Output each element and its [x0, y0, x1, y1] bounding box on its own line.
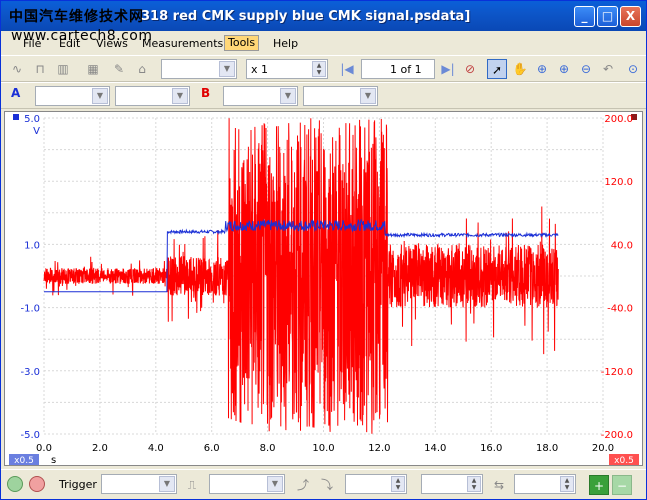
channel-a-label: A — [11, 86, 21, 100]
chevron-down-icon: ▼ — [159, 476, 175, 492]
watermark-url: www.cartech8.com — [11, 28, 153, 44]
zoom-fit-icon[interactable]: ⊙ — [623, 59, 643, 79]
compass-icon[interactable]: ⊘ — [460, 59, 480, 79]
right-tick-label: -40.0 — [607, 304, 633, 315]
right-tick-label: -200.0 — [601, 430, 633, 441]
x-axis-unit: s — [51, 455, 56, 465]
x-tick-label: 18.0 — [536, 443, 558, 454]
channel-b-coupling-select[interactable]: ▼ — [303, 86, 378, 106]
remove-icon[interactable]: − — [612, 475, 632, 495]
stop-icon[interactable] — [29, 476, 45, 492]
left-tick-label: 5.0 — [24, 114, 40, 125]
watermark-chinese: 中国汽车维修技术网 — [9, 9, 144, 25]
right-tick-label: 120.0 — [604, 177, 633, 188]
pointer-tool-icon[interactable]: ➚ — [487, 59, 507, 79]
zoom-area-icon[interactable]: ⊕ — [532, 59, 552, 79]
left-zoom-badge-text: x0.5 — [14, 456, 34, 465]
menu-tools[interactable]: Tools — [224, 35, 260, 51]
window-title: 318 red CMK supply blue CMK signal.psdat… — [141, 9, 471, 24]
channel-b-trace — [43, 118, 559, 434]
zoom-spinbox[interactable]: x 1 ▲ ▼ — [246, 59, 328, 79]
chevron-down-icon: ▼ — [219, 61, 235, 77]
hand-tool-icon[interactable]: ✋ — [510, 59, 530, 79]
probe-icon[interactable]: ✎ — [109, 59, 129, 79]
x-tick-label: 6.0 — [204, 443, 220, 454]
trigger-mode-select[interactable]: ▼ — [101, 474, 177, 494]
left-axis-unit: V — [33, 126, 40, 137]
menu-measurements[interactable]: Measurements — [142, 37, 223, 50]
right-tick-label: 40.0 — [611, 240, 633, 251]
spinner-icon[interactable]: ▲ ▼ — [391, 476, 405, 492]
page-field[interactable]: 1 of 1 — [361, 59, 435, 79]
main-toolbar: ∿ ⊓ ▥ ▦ ✎ ⌂ ▼ x 1 ▲ ▼ |◀ 1 of 1 ▶| ⊘ ➚ ✋ … — [1, 55, 646, 82]
chevron-down-icon: ▼ — [280, 88, 296, 104]
title-bar: 中国汽车维修技术网 318 red CMK supply blue CMK si… — [1, 1, 646, 31]
undo-zoom-icon[interactable]: ↶ — [598, 59, 618, 79]
spinner-icon[interactable]: ▲ ▼ — [467, 476, 481, 492]
right-tick-label: -120.0 — [601, 367, 633, 378]
chevron-down-icon: ▼ — [267, 476, 283, 492]
chevron-down-icon: ▼ — [172, 88, 188, 104]
start-icon[interactable] — [7, 476, 23, 492]
channel-toolbar: A ▼ ▼ B ▼ ▼ — [1, 82, 646, 109]
x-tick-label: 20.0 — [592, 443, 614, 454]
spectrum-icon[interactable]: ▥ — [53, 59, 73, 79]
right-tick-label: 200.0 — [604, 114, 633, 125]
status-bar: Trigger ▼ ⎍ ▼ ⤴ ⤵ ▲ ▼ ▲ ▼ ⇆ ▲ ▼ + − — [1, 469, 646, 499]
spinner-icon[interactable]: ▲ ▼ — [312, 61, 326, 77]
last-page-icon[interactable]: ▶| — [438, 59, 458, 79]
trigger-label: Trigger — [59, 478, 97, 491]
falling-edge-icon[interactable]: ⤵ — [317, 475, 337, 495]
scope-chart: 5.0 1.0 -1.0 -3.0 -5.0 V 200.0 120.0 40.0 -40.0 -1… — [9, 96, 639, 466]
left-tick-label: -5.0 — [20, 430, 40, 441]
menu-help[interactable]: Help — [273, 37, 298, 50]
app-window: 中国汽车维修技术网 318 red CMK supply blue CMK si… — [0, 0, 647, 500]
channel-b-range-select[interactable]: ▼ — [223, 86, 298, 106]
x-tick-label: 4.0 — [148, 443, 164, 454]
persistence-icon[interactable]: ▦ — [83, 59, 103, 79]
channel-a-coupling-select[interactable]: ▼ — [115, 86, 190, 106]
maximize-button[interactable]: □ — [597, 6, 618, 27]
rising-edge-icon[interactable]: ⤴ — [293, 475, 313, 495]
right-zoom-badge-text: x0.5 — [614, 456, 634, 465]
trigger-source-select[interactable]: ▼ — [209, 474, 285, 494]
left-tick-label: -1.0 — [20, 304, 40, 315]
channel-a-marker — [13, 114, 19, 120]
x-tick-label: 16.0 — [480, 443, 502, 454]
zoom-out-icon[interactable]: ⊖ — [576, 59, 596, 79]
spinner-icon[interactable]: ▲ ▼ — [560, 476, 574, 492]
chevron-down-icon: ▼ — [92, 88, 108, 104]
x-tick-label: 0.0 — [36, 443, 52, 454]
x-tick-label: 14.0 — [424, 443, 446, 454]
add-icon[interactable]: + — [589, 475, 609, 495]
x-tick-label: 8.0 — [260, 443, 276, 454]
trigger-level-field[interactable]: ▲ ▼ — [345, 474, 407, 494]
left-tick-label: -3.0 — [20, 367, 40, 378]
x-tick-label: 12.0 — [368, 443, 390, 454]
pulse-icon[interactable]: ⊓ — [30, 59, 50, 79]
zoom-in-icon[interactable]: ⊕ — [554, 59, 574, 79]
waveform-icon[interactable]: ∿ — [7, 59, 27, 79]
home-icon[interactable]: ⌂ — [132, 59, 152, 79]
view-select[interactable]: ▼ — [161, 59, 237, 79]
trigger-delay-icon[interactable]: ⇆ — [489, 475, 509, 495]
chevron-down-icon: ▼ — [360, 88, 376, 104]
x-tick-label: 2.0 — [92, 443, 108, 454]
trigger-edge-icon[interactable]: ⎍ — [182, 475, 202, 495]
scope-view[interactable]: 5.0 1.0 -1.0 -3.0 -5.0 V 200.0 120.0 40.0 -40.0 -1… — [4, 96, 643, 466]
trigger-pretrigger-field[interactable]: ▲ ▼ — [421, 474, 483, 494]
left-tick-label: 1.0 — [24, 240, 40, 251]
close-button[interactable]: X — [620, 6, 641, 27]
channel-a-range-select[interactable]: ▼ — [35, 86, 110, 106]
channel-b-label: B — [201, 86, 211, 100]
minimize-button[interactable]: _ — [574, 6, 595, 27]
first-page-icon[interactable]: |◀ — [337, 59, 357, 79]
trigger-delay-field[interactable]: ▲ ▼ — [514, 474, 576, 494]
x-tick-label: 10.0 — [312, 443, 334, 454]
